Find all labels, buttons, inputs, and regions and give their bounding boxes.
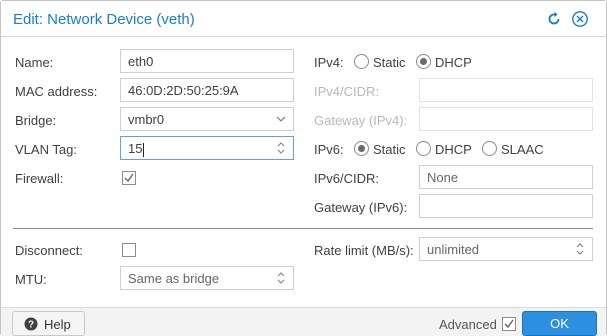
ipv6-slaac-radio[interactable] <box>482 141 497 156</box>
name-value: eth0 <box>128 54 154 69</box>
ipv6-static-radio[interactable] <box>354 141 369 156</box>
rate-limit-value: unlimited <box>427 242 480 257</box>
ipv6-dhcp-radio[interactable] <box>416 141 431 156</box>
ipv4-dhcp-label[interactable]: DHCP <box>435 55 472 70</box>
ipv6-cidr-value: None <box>427 170 459 185</box>
ipv4-cidr-field[interactable] <box>419 78 593 102</box>
chevron-down-icon[interactable] <box>275 112 287 126</box>
vlan-tag-label: VLAN Tag: <box>15 142 77 157</box>
name-label: Name: <box>15 55 54 70</box>
mtu-field[interactable]: Same as bridge <box>120 266 294 290</box>
rate-limit-field[interactable]: unlimited <box>419 237 593 261</box>
mac-address-value: 46:0D:2D:50:25:9A <box>128 83 239 98</box>
dialog-window: Edit: Network Device (veth) Name: eth0 M… <box>0 0 607 336</box>
bridge-value: vmbr0 <box>128 112 165 127</box>
advanced-label[interactable]: Advanced <box>439 317 497 332</box>
disconnect-label: Disconnect: <box>15 243 83 258</box>
ipv4-cidr-label: IPv4/CIDR: <box>314 84 380 99</box>
text-cursor <box>143 142 145 157</box>
ipv6-gateway-field[interactable] <box>419 194 593 218</box>
vlan-tag-field[interactable]: 15 <box>120 136 294 160</box>
ipv6-cidr-field[interactable]: None <box>419 165 593 189</box>
ipv4-gateway-field[interactable] <box>419 107 593 131</box>
mtu-label: MTU: <box>15 272 47 287</box>
titlebar: Edit: Network Device (veth) <box>1 1 606 37</box>
reset-icon[interactable] <box>545 10 563 28</box>
ipv6-static-label[interactable]: Static <box>373 142 406 157</box>
help-label: Help <box>44 317 71 332</box>
mtu-value: Same as bridge <box>128 271 220 286</box>
ipv6-cidr-label: IPv6/CIDR: <box>314 171 380 186</box>
vlan-tag-value: 15 <box>128 141 143 156</box>
mac-address-field[interactable]: 46:0D:2D:50:25:9A <box>120 78 294 102</box>
checkmark-icon <box>504 319 514 329</box>
checkmark-icon <box>124 173 134 183</box>
ipv4-dhcp-radio[interactable] <box>416 54 431 69</box>
firewall-checkbox[interactable] <box>122 171 136 185</box>
name-field[interactable]: eth0 <box>120 49 294 73</box>
advanced-divider <box>13 228 593 229</box>
spinner-icon[interactable] <box>574 242 586 256</box>
spinner-icon[interactable] <box>275 141 287 155</box>
bridge-label: Bridge: <box>15 113 57 128</box>
advanced-checkbox[interactable] <box>502 317 516 331</box>
disconnect-checkbox[interactable] <box>122 243 136 257</box>
ipv6-dhcp-label[interactable]: DHCP <box>435 142 472 157</box>
bridge-select[interactable]: vmbr0 <box>120 107 294 131</box>
spinner-icon[interactable] <box>275 271 287 285</box>
mac-address-label: MAC address: <box>15 84 98 99</box>
ipv4-gateway-label: Gateway (IPv4): <box>314 113 408 128</box>
ipv4-static-label[interactable]: Static <box>373 55 406 70</box>
ipv4-label: IPv4: <box>314 55 344 70</box>
ipv6-slaac-label[interactable]: SLAAC <box>501 142 544 157</box>
ipv6-gateway-label: Gateway (IPv6): <box>314 200 408 215</box>
rate-limit-label: Rate limit (MB/s): <box>314 243 414 258</box>
firewall-label: Firewall: <box>15 171 64 186</box>
help-icon: ? <box>24 317 38 331</box>
help-button[interactable]: ? Help <box>12 311 85 336</box>
close-icon[interactable] <box>571 10 589 28</box>
ok-button[interactable]: OK <box>522 311 597 336</box>
dialog-title: Edit: Network Device (veth) <box>13 11 195 28</box>
ipv4-static-radio[interactable] <box>354 54 369 69</box>
ipv6-label: IPv6: <box>314 142 344 157</box>
svg-text:?: ? <box>28 320 34 331</box>
